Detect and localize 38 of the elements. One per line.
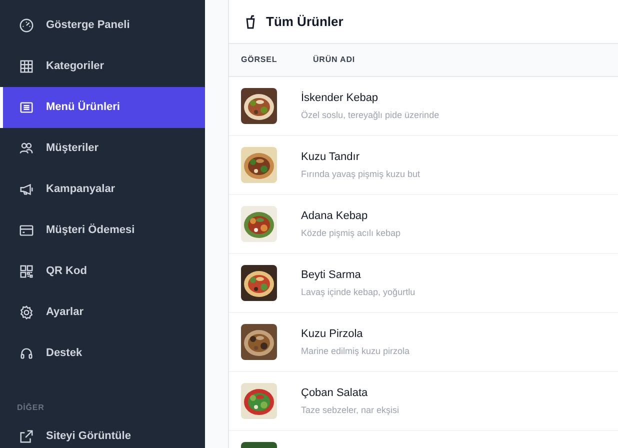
product-description: Özel soslu, tereyağlı pide üzerinde	[301, 109, 440, 122]
cup-icon	[245, 14, 256, 28]
section-heading: DİĞER	[16, 402, 44, 414]
product-name: Beyti Sarma	[301, 268, 362, 282]
credit-card-icon	[19, 223, 34, 238]
product-name: Kuzu Tandır	[301, 150, 361, 164]
sidebar-item[interactable]: Destek	[0, 333, 205, 374]
product-description: Közde pişmiş acılı kebap	[301, 227, 401, 240]
panel-title: Tüm Ürünler	[266, 12, 344, 31]
product-description: Fırında yavaş pişmiş kuzu but	[301, 168, 420, 181]
product-name: Adana Kebap	[301, 208, 369, 224]
sidebar-item[interactable]: Müşteriler	[0, 128, 205, 169]
product-name: Çoban Salata	[301, 386, 369, 400]
sidebar-item[interactable]: Kampanyalar	[0, 169, 205, 210]
external-link-icon	[19, 429, 34, 444]
active-indicator	[0, 87, 3, 128]
product-name: İskender Kebap	[301, 90, 380, 106]
sidebar-item[interactable]: Müşteri Ödemesi	[0, 210, 205, 251]
users-icon	[19, 141, 34, 156]
product-description: Taze sebzeler, nar ekşisi	[301, 404, 400, 417]
qr-code-icon	[19, 264, 34, 279]
sidebar-item[interactable]: QR Kod	[0, 251, 205, 292]
settings-icon	[19, 305, 34, 320]
sidebar-item[interactable]: Kategoriler	[0, 46, 205, 87]
gauge-icon	[19, 18, 34, 33]
sidebar-item[interactable]: Gösterge Paneli	[0, 5, 205, 46]
sidebar-item[interactable]: Ayarlar	[0, 292, 205, 333]
list-icon	[19, 100, 34, 115]
product-name: Kuzu Pirzola	[301, 326, 364, 342]
column-header: ÜRÜN ADI	[313, 54, 356, 66]
sidebar-item[interactable]: Menü Ürünleri	[0, 87, 205, 128]
sidebar-item[interactable]: Siteyi Görüntüle	[0, 416, 205, 448]
column-header: GÖRSEL	[240, 54, 278, 66]
product-description: Marine edilmiş kuzu pirzola	[301, 345, 410, 358]
megaphone-icon	[19, 182, 34, 197]
product-description: Lavaş içinde kebap, yoğurtlu	[301, 286, 416, 299]
headset-icon	[19, 346, 34, 361]
grid-icon	[19, 59, 34, 74]
